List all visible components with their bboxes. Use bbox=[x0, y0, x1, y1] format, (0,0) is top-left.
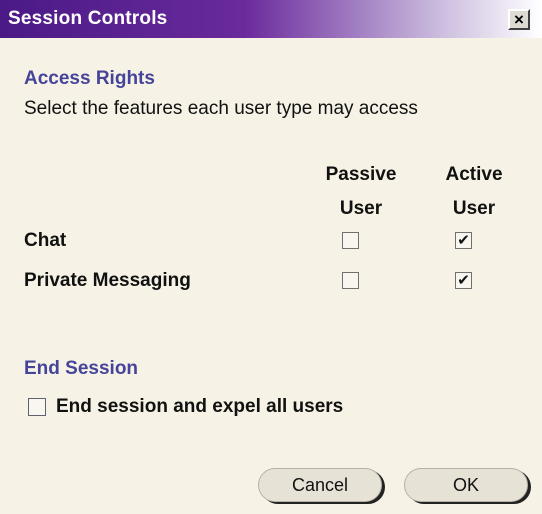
window-title: Session Controls bbox=[8, 8, 168, 29]
active-user-column-header: Active User bbox=[426, 158, 522, 226]
chat-passive-checkbox[interactable] bbox=[342, 232, 359, 249]
private-messaging-active-checkbox[interactable]: ✔ bbox=[455, 272, 472, 289]
end-session-checkbox[interactable] bbox=[28, 398, 46, 416]
session-controls-dialog: Session Controls × Access Rights Select … bbox=[0, 0, 542, 514]
close-button[interactable]: × bbox=[508, 9, 530, 30]
active-header-line1: Active bbox=[445, 164, 503, 185]
passive-header-line2: User bbox=[339, 198, 383, 219]
ok-button[interactable]: OK bbox=[404, 468, 528, 502]
private-messaging-passive-checkbox[interactable] bbox=[342, 272, 359, 289]
title-bar[interactable]: Session Controls × bbox=[0, 0, 542, 38]
passive-header-line1: Passive bbox=[325, 164, 397, 185]
row-label-chat: Chat bbox=[24, 230, 67, 251]
check-icon: ✔ bbox=[457, 272, 470, 289]
passive-user-column-header: Passive User bbox=[306, 158, 416, 226]
active-header-line2: User bbox=[452, 198, 496, 219]
cancel-button[interactable]: Cancel bbox=[258, 468, 382, 502]
row-label-private-messaging: Private Messaging bbox=[24, 270, 191, 291]
end-session-heading: End Session bbox=[24, 358, 139, 379]
access-rights-description: Select the features each user type may a… bbox=[24, 98, 418, 119]
close-icon: × bbox=[514, 10, 524, 29]
chat-active-checkbox[interactable]: ✔ bbox=[455, 232, 472, 249]
end-session-checkbox-label[interactable]: End session and expel all users bbox=[56, 396, 343, 418]
check-icon: ✔ bbox=[457, 232, 470, 249]
access-rights-heading: Access Rights bbox=[24, 68, 155, 89]
